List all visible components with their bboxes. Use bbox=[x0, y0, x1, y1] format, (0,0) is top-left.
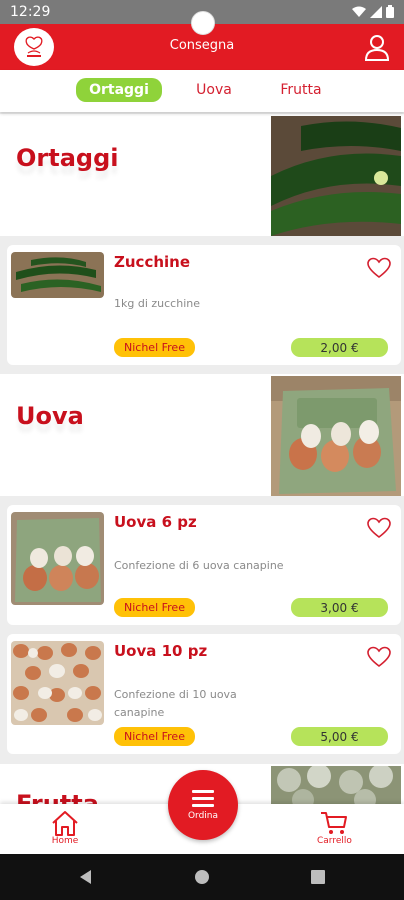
product-price: 3,00 € bbox=[291, 598, 388, 617]
battery-icon bbox=[386, 5, 394, 18]
product-price: 2,00 € bbox=[291, 338, 388, 357]
tab-uova[interactable]: Uova bbox=[186, 78, 242, 102]
nav-home-label: Home bbox=[51, 836, 79, 846]
heart-icon bbox=[367, 257, 391, 279]
favorite-button[interactable] bbox=[367, 646, 391, 668]
product-image-uova-6 bbox=[11, 512, 104, 605]
menu-icon bbox=[192, 790, 214, 807]
product-image-uova-10 bbox=[11, 641, 104, 725]
home-icon bbox=[52, 811, 78, 836]
nav-home[interactable]: Home bbox=[50, 810, 80, 846]
section-title: Ortaggi bbox=[16, 144, 119, 172]
tab-frutta[interactable]: Frutta bbox=[272, 78, 330, 102]
user-account-button[interactable] bbox=[364, 33, 390, 61]
product-name: Uova 6 pz bbox=[114, 513, 197, 531]
signal-icon bbox=[370, 5, 382, 18]
product-description: 1kg di zucchine bbox=[114, 297, 200, 310]
status-icons bbox=[352, 5, 394, 18]
product-description: Confezione di 6 uova canapine bbox=[114, 559, 284, 572]
nav-cart[interactable]: Carrello bbox=[317, 810, 352, 846]
nichel-free-badge: Nichel Free bbox=[114, 727, 195, 746]
recents-icon[interactable] bbox=[308, 867, 328, 887]
status-time: 12:29 bbox=[10, 4, 51, 20]
order-fab-button[interactable]: Ordina bbox=[168, 770, 238, 840]
home-circle-icon[interactable] bbox=[192, 867, 212, 887]
product-image-zucchine bbox=[11, 252, 104, 298]
section-title: Frutta bbox=[16, 790, 99, 804]
category-tabs: Ortaggi Uova Frutta bbox=[0, 70, 404, 112]
section-header-uova: Uova bbox=[0, 374, 404, 496]
nichel-free-badge: Nichel Free bbox=[114, 338, 195, 357]
nichel-free-badge: Nichel Free bbox=[114, 598, 195, 617]
product-card[interactable]: Uova 10 pz Confezione di 10 uova canapin… bbox=[7, 634, 401, 754]
system-navigation-bar bbox=[0, 854, 404, 900]
heart-icon bbox=[367, 517, 391, 539]
app-bar-title[interactable]: Consegna bbox=[0, 38, 404, 53]
tab-ortaggi[interactable]: Ortaggi bbox=[76, 78, 162, 102]
user-icon bbox=[364, 35, 390, 61]
nav-cart-label: Carrello bbox=[317, 836, 352, 846]
section-image-uova bbox=[271, 376, 401, 496]
product-description: Confezione di 10 uova canapine bbox=[114, 688, 237, 719]
product-list[interactable]: Ortaggi Zucchine 1kg di zucchine Nichel … bbox=[0, 112, 404, 804]
heart-icon bbox=[367, 646, 391, 668]
camera-cutout bbox=[191, 11, 215, 35]
section-header-ortaggi: Ortaggi bbox=[0, 114, 404, 236]
section-image-ortaggi bbox=[271, 116, 401, 236]
section-title: Uova bbox=[16, 402, 84, 430]
product-price: 5,00 € bbox=[291, 727, 388, 746]
product-card[interactable]: Uova 6 pz Confezione di 6 uova canapine … bbox=[7, 505, 401, 625]
product-name: Zucchine bbox=[114, 253, 191, 271]
product-card[interactable]: Zucchine 1kg di zucchine Nichel Free 2,0… bbox=[7, 245, 401, 365]
order-label: Ordina bbox=[187, 811, 219, 821]
wifi-icon bbox=[352, 6, 366, 17]
section-image-frutta bbox=[271, 766, 401, 804]
favorite-button[interactable] bbox=[367, 517, 391, 539]
favorite-button[interactable] bbox=[367, 257, 391, 279]
back-icon[interactable] bbox=[76, 867, 96, 887]
product-name: Uova 10 pz bbox=[114, 642, 208, 660]
cart-icon bbox=[321, 812, 348, 834]
